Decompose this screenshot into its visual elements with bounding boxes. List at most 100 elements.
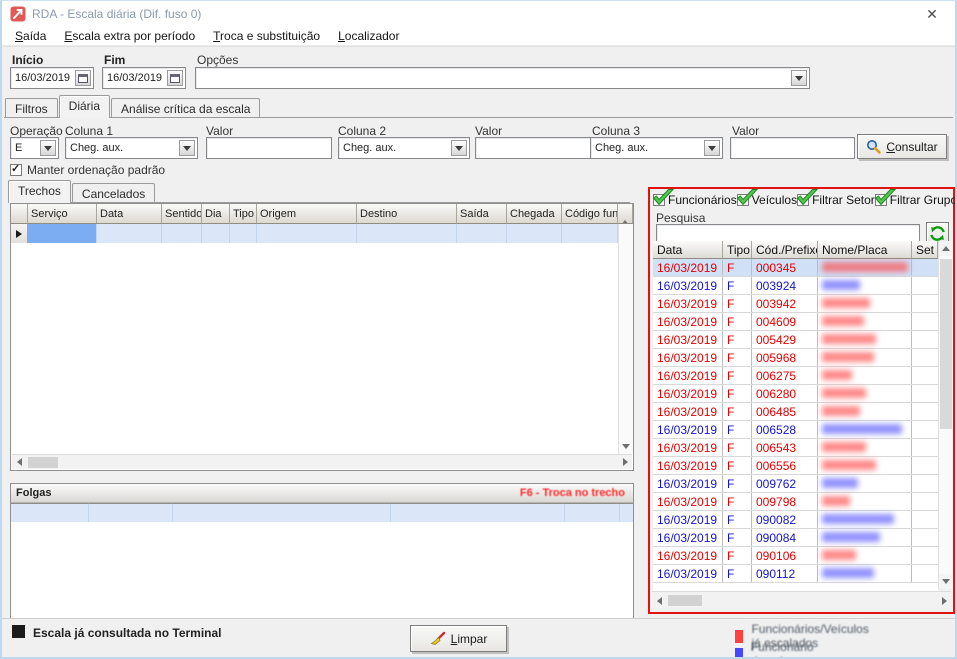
- tab-cancelados[interactable]: Cancelados: [71, 183, 156, 203]
- coluna1-combobox[interactable]: Cheg. aux.: [65, 137, 198, 159]
- filter-checkbox-veiculos[interactable]: Veículos: [736, 189, 797, 207]
- column-header-sentido[interactable]: Sentido: [162, 204, 202, 224]
- column-header-chegada[interactable]: Chegada: [507, 204, 562, 224]
- opcoes-combobox[interactable]: [195, 67, 810, 89]
- funcionario-row[interactable]: 16/03/2019 F 006543: [653, 439, 938, 457]
- funcionario-row[interactable]: 16/03/2019 F 090106: [653, 547, 938, 565]
- folgas-cell[interactable]: [391, 504, 565, 522]
- chevron-down-icon[interactable]: [179, 140, 195, 156]
- funcionario-row[interactable]: 16/03/2019 F 006275: [653, 367, 938, 385]
- close-icon[interactable]: ✕: [921, 4, 943, 24]
- filter-checkbox-filtrar-setor[interactable]: Filtrar Setor: [796, 189, 875, 207]
- funcionario-row[interactable]: 16/03/2019 F 009762: [653, 475, 938, 493]
- trechos-vertical-scrollbar[interactable]: [618, 224, 633, 454]
- folgas-cell[interactable]: [11, 504, 89, 522]
- column-header-data[interactable]: Data: [653, 241, 723, 259]
- inicio-date-input[interactable]: [10, 67, 94, 89]
- chevron-down-icon[interactable]: [704, 140, 720, 156]
- scroll-right-icon[interactable]: [618, 455, 632, 469]
- scroll-left-icon[interactable]: [12, 455, 26, 469]
- menu-item-saida[interactable]: Saída: [6, 27, 55, 45]
- funcionario-row[interactable]: 16/03/2019 F 009798: [653, 493, 938, 511]
- trechos-cell[interactable]: [202, 224, 230, 243]
- valor3-input[interactable]: [730, 137, 855, 159]
- column-header-servico[interactable]: Serviço: [28, 204, 97, 224]
- column-header-data[interactable]: Data: [97, 204, 162, 224]
- menu-item-localizador[interactable]: Localizador: [329, 27, 408, 45]
- column-header-codigo-fun[interactable]: Código fun: [562, 204, 618, 224]
- chevron-down-icon[interactable]: [791, 70, 807, 86]
- scroll-left-icon[interactable]: [652, 593, 666, 608]
- tab-analise-critica-da-escala[interactable]: Análise crítica da escala: [111, 98, 261, 118]
- limpar-button[interactable]: Limpar: [410, 625, 507, 652]
- valor2-input[interactable]: [475, 137, 600, 159]
- trechos-cell[interactable]: [562, 224, 618, 243]
- funcionario-row[interactable]: 16/03/2019 F 004609: [653, 313, 938, 331]
- fim-calendar-button[interactable]: [167, 70, 183, 86]
- funcionario-row[interactable]: 16/03/2019 F 090082: [653, 511, 938, 529]
- trechos-cell[interactable]: [357, 224, 457, 243]
- funcionario-row[interactable]: 16/03/2019 F 000345: [653, 259, 938, 277]
- scroll-right-icon[interactable]: [937, 593, 951, 608]
- trechos-cell[interactable]: [257, 224, 357, 243]
- folgas-cell[interactable]: [173, 504, 391, 522]
- column-header-codprefixo[interactable]: Cód./Prefixo: [752, 241, 818, 259]
- funcionario-row[interactable]: 16/03/2019 F 003924: [653, 277, 938, 295]
- inicio-calendar-button[interactable]: [75, 70, 91, 86]
- trechos-cell[interactable]: [28, 224, 97, 243]
- menu-item-troca-e-substituicao[interactable]: Troca e substituição: [204, 27, 329, 45]
- column-header-tipo[interactable]: Tipo: [230, 204, 257, 224]
- funcionario-row[interactable]: 16/03/2019 F 005429: [653, 331, 938, 349]
- scrollbar-thumb[interactable]: [940, 259, 952, 429]
- column-header-origem[interactable]: Origem: [257, 204, 357, 224]
- folgas-cell[interactable]: [565, 504, 620, 522]
- folgas-empty-row[interactable]: [11, 504, 633, 522]
- funcionario-row[interactable]: 16/03/2019 F 006528: [653, 421, 938, 439]
- column-header-destino[interactable]: Destino: [357, 204, 457, 224]
- coluna2-combobox[interactable]: Cheg. aux.: [338, 137, 470, 159]
- valor1-input[interactable]: [206, 137, 332, 159]
- funcionario-row[interactable]: 16/03/2019 F 006280: [653, 385, 938, 403]
- funcionario-row[interactable]: 16/03/2019 F 005968: [653, 349, 938, 367]
- tab-diaria[interactable]: Diária: [58, 95, 111, 118]
- scroll-down-icon[interactable]: [619, 439, 633, 454]
- cell-nome-redacted: [818, 475, 912, 492]
- trechos-cell[interactable]: [230, 224, 257, 243]
- trechos-cell[interactable]: [507, 224, 562, 243]
- funcionario-row[interactable]: 16/03/2019 F 090112: [653, 565, 938, 583]
- filter-checkbox-funcionarios[interactable]: Funcionários: [652, 189, 737, 207]
- consultar-button[interactable]: Consultar: [857, 134, 947, 159]
- funcionario-row[interactable]: 16/03/2019 F 003942: [653, 295, 938, 313]
- funcionario-row[interactable]: 16/03/2019 F 006485: [653, 403, 938, 421]
- column-header-set[interactable]: Set: [912, 241, 938, 259]
- column-header-dia[interactable]: Dia: [202, 204, 230, 224]
- tab-trechos[interactable]: Trechos: [8, 180, 71, 203]
- scrollbar-thumb[interactable]: [668, 595, 702, 606]
- operacao-combobox[interactable]: E: [10, 137, 59, 159]
- coluna3-combobox[interactable]: Cheg. aux.: [590, 137, 723, 159]
- folgas-cell[interactable]: [89, 504, 173, 522]
- trechos-cell[interactable]: [97, 224, 162, 243]
- column-header-nomeplaca[interactable]: Nome/Placa: [818, 241, 912, 259]
- scroll-up-icon[interactable]: [618, 204, 633, 224]
- funcionario-row[interactable]: 16/03/2019 F 006556: [653, 457, 938, 475]
- trechos-cell[interactable]: [162, 224, 202, 243]
- filter-checkbox-filtrar-grupo[interactable]: Filtrar Grupo: [874, 189, 955, 207]
- trechos-selected-row[interactable]: [11, 224, 633, 243]
- funcionarios-horizontal-scrollbar[interactable]: [652, 591, 951, 608]
- scroll-down-icon[interactable]: [939, 574, 953, 589]
- scrollbar-thumb[interactable]: [28, 457, 58, 468]
- funcionario-row[interactable]: 16/03/2019 F 090084: [653, 529, 938, 547]
- trechos-horizontal-scrollbar[interactable]: [12, 454, 632, 469]
- funcionarios-vertical-scrollbar[interactable]: [938, 241, 953, 589]
- column-header-saida[interactable]: Saída: [457, 204, 507, 224]
- manter-ordenacao-checkbox[interactable]: ✓ Manter ordenação padrão: [10, 163, 165, 177]
- chevron-down-icon[interactable]: [40, 140, 56, 156]
- chevron-down-icon[interactable]: [451, 140, 467, 156]
- tab-filtros[interactable]: Filtros: [5, 98, 58, 118]
- menu-item-escala-extra-por-periodo[interactable]: Escala extra por período: [55, 27, 204, 45]
- column-header-tipo[interactable]: Tipo: [723, 241, 752, 259]
- fim-date-input[interactable]: [102, 67, 186, 89]
- scroll-up-icon[interactable]: [939, 241, 953, 256]
- trechos-cell[interactable]: [457, 224, 507, 243]
